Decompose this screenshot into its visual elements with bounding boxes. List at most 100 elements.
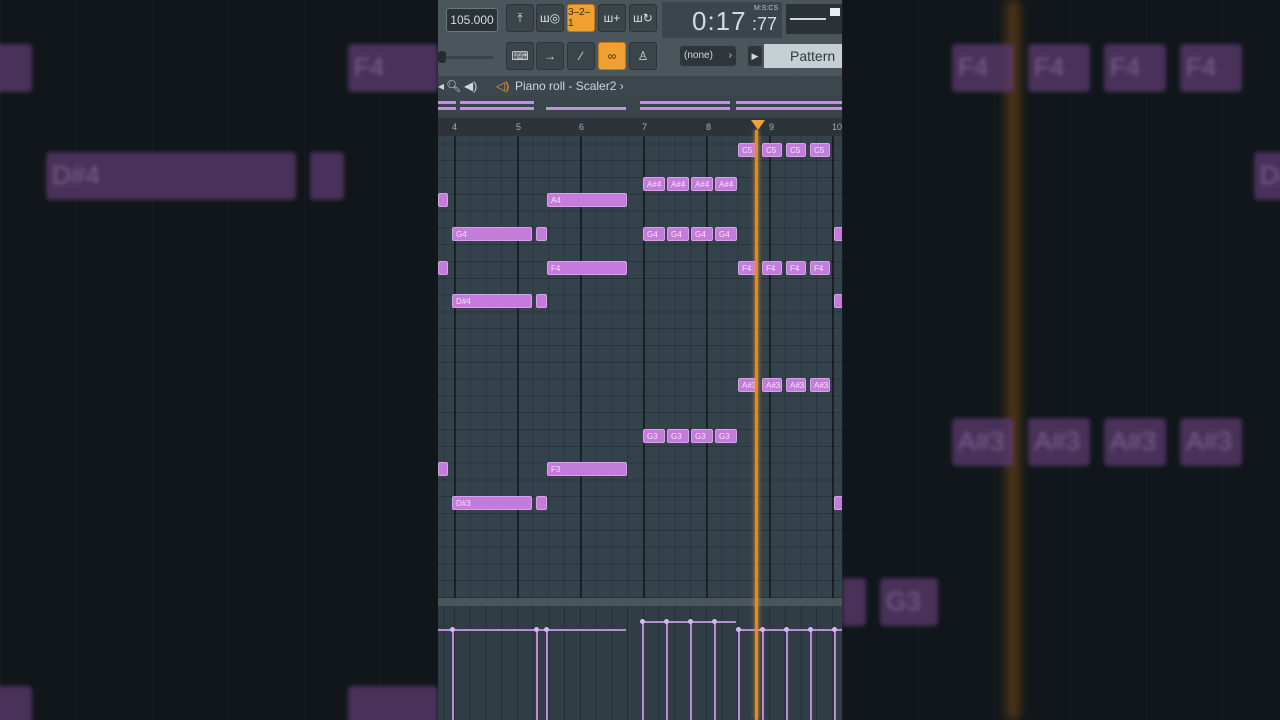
note-g4[interactable] bbox=[536, 227, 547, 241]
note-a4[interactable]: A4 bbox=[547, 193, 627, 208]
velocity-stem[interactable] bbox=[536, 629, 538, 720]
velocity-handle[interactable] bbox=[760, 627, 765, 632]
velocity-stem[interactable] bbox=[690, 621, 692, 720]
note-grid[interactable]: C5 C5 C5 C5 A#4 A#4 A#4 A#4 A4 G4 G4 G4 G4 G4 F4 F4 F4 F4… bbox=[438, 136, 842, 598]
wait-input-button[interactable]: ш◎ bbox=[536, 4, 564, 32]
note-f3[interactable] bbox=[438, 462, 448, 477]
overview-note bbox=[640, 101, 730, 104]
velocity-level bbox=[438, 629, 626, 631]
ghost-note-label: F4 bbox=[1034, 52, 1065, 82]
channel-speaker-icon[interactable]: ◁) bbox=[496, 76, 509, 96]
blurred-background-right: F4 F4 F4 F4 D# A#3 A#3 A#3 A#3 G3 bbox=[842, 0, 1280, 720]
velocity-handle[interactable] bbox=[688, 619, 693, 624]
velocity-handle[interactable] bbox=[832, 627, 837, 632]
song-time-display[interactable]: 0:17 M:S:CS :77 bbox=[662, 2, 782, 38]
note-c5[interactable]: C5 bbox=[762, 143, 782, 157]
note-g4[interactable]: G4 bbox=[715, 227, 737, 241]
velocity-handle[interactable] bbox=[544, 627, 549, 632]
note-g4[interactable]: G4 bbox=[643, 227, 665, 241]
pencil-button[interactable]: ∕ bbox=[567, 42, 595, 70]
note-d-sharp-4[interactable]: D#4 bbox=[452, 294, 532, 309]
velocity-handle[interactable] bbox=[808, 627, 813, 632]
note-d-sharp-3[interactable] bbox=[536, 495, 547, 510]
loop-record-button[interactable]: ш↻ bbox=[629, 4, 657, 32]
pattern-picker-arrow[interactable]: ▶ bbox=[748, 46, 762, 66]
velocity-stem[interactable] bbox=[834, 629, 836, 720]
ghost-note-label: D# bbox=[1260, 160, 1280, 190]
note-g4[interactable]: G4 bbox=[667, 227, 689, 241]
tempo-display[interactable]: 105.000 bbox=[446, 8, 498, 32]
note-g4[interactable] bbox=[834, 227, 842, 241]
note-f4[interactable] bbox=[438, 260, 448, 275]
velocity-event-editor[interactable] bbox=[438, 606, 842, 720]
note-d-sharp-4[interactable] bbox=[834, 294, 842, 309]
velocity-stem[interactable] bbox=[762, 629, 764, 720]
snap-select[interactable]: (none) › bbox=[680, 46, 736, 66]
main-volume-knob[interactable] bbox=[438, 51, 446, 63]
velocity-handle[interactable] bbox=[534, 627, 539, 632]
main-volume-track[interactable] bbox=[442, 56, 494, 59]
note-g4[interactable]: G4 bbox=[691, 227, 713, 241]
note-a-sharp-4[interactable]: A#4 bbox=[643, 176, 665, 191]
note-g3[interactable]: G3 bbox=[715, 428, 737, 443]
pattern-overview[interactable] bbox=[438, 96, 842, 118]
countdown-button[interactable]: 3–2–1 bbox=[567, 4, 595, 32]
timeline-ruler[interactable]: 4 5 6 7 8 9 10 bbox=[438, 118, 842, 136]
typing-keyboard-button[interactable]: ⌨ bbox=[506, 42, 534, 70]
stamp-button[interactable]: ♙ bbox=[629, 42, 657, 70]
velocity-stem[interactable] bbox=[452, 629, 454, 720]
velocity-handle[interactable] bbox=[450, 627, 455, 632]
magnifier-icon[interactable]: 🔍︎ bbox=[446, 76, 461, 96]
note-c5[interactable]: C5 bbox=[810, 143, 830, 157]
arrow-right-button[interactable]: → bbox=[536, 42, 564, 70]
note-g3[interactable]: G3 bbox=[667, 428, 689, 443]
note-g3[interactable]: G3 bbox=[643, 428, 665, 443]
velocity-handle[interactable] bbox=[664, 619, 669, 624]
note-a-sharp-4[interactable]: A#4 bbox=[691, 176, 713, 191]
step-edit-button[interactable]: ш+ bbox=[598, 4, 626, 32]
note-a-sharp-3[interactable]: A#3 bbox=[762, 378, 782, 393]
velocity-stem[interactable] bbox=[786, 629, 788, 720]
piano-roll-titlebar: ◂ 🔍︎ ◀︎) ◁) Piano roll - Scaler2 › bbox=[438, 76, 842, 96]
note-a-sharp-4[interactable]: A#4 bbox=[715, 176, 737, 191]
note-f4[interactable]: F4 bbox=[810, 260, 830, 275]
note-f4[interactable]: F4 bbox=[762, 260, 782, 275]
menu-arrow-icon[interactable]: ◂ bbox=[438, 76, 444, 96]
note-f3[interactable]: F3 bbox=[547, 462, 627, 477]
velocity-handle[interactable] bbox=[784, 627, 789, 632]
countdown-icon: 3–2–1 bbox=[568, 7, 591, 29]
metronome-button[interactable]: ⤒ bbox=[506, 4, 534, 32]
ruler-bar-number: 5 bbox=[516, 122, 522, 132]
velocity-handle[interactable] bbox=[640, 619, 645, 624]
ghost-note-f4: F4 bbox=[1028, 44, 1090, 92]
note-a4[interactable] bbox=[438, 193, 448, 208]
note-g3[interactable]: G3 bbox=[691, 428, 713, 443]
overview-note bbox=[640, 107, 730, 110]
play-triangle-icon: ▶ bbox=[751, 51, 759, 61]
note-d-sharp-3[interactable] bbox=[834, 495, 842, 510]
note-a-sharp-4[interactable]: A#4 bbox=[667, 176, 689, 191]
playhead-marker[interactable] bbox=[751, 120, 765, 130]
velocity-handle[interactable] bbox=[712, 619, 717, 624]
event-panel-divider[interactable] bbox=[438, 598, 842, 606]
note-c5[interactable]: C5 bbox=[786, 143, 806, 157]
note-d-sharp-4[interactable] bbox=[536, 294, 547, 309]
velocity-stem[interactable] bbox=[810, 629, 812, 720]
velocity-stem[interactable] bbox=[738, 629, 740, 720]
pattern-selector[interactable]: Pattern 2 bbox=[764, 44, 842, 88]
speaker-icon[interactable]: ◀︎) bbox=[464, 76, 477, 96]
note-a-sharp-3[interactable]: A#3 bbox=[810, 378, 830, 393]
velocity-stem[interactable] bbox=[714, 621, 716, 720]
link-button[interactable]: ∞ bbox=[598, 42, 626, 70]
note-a-sharp-3[interactable]: A#3 bbox=[786, 378, 806, 393]
note-g4[interactable]: G4 bbox=[452, 227, 532, 241]
ghost-playhead bbox=[1008, 0, 1018, 720]
velocity-stem[interactable] bbox=[642, 621, 644, 720]
note-f4[interactable]: F4 bbox=[786, 260, 806, 275]
velocity-stem[interactable] bbox=[666, 621, 668, 720]
note-f4[interactable]: F4 bbox=[547, 260, 627, 275]
ghost-note-a-sharp-3: A#3 bbox=[952, 418, 1014, 466]
velocity-handle[interactable] bbox=[736, 627, 741, 632]
note-d-sharp-3[interactable]: D#3 bbox=[452, 495, 532, 510]
velocity-stem[interactable] bbox=[546, 629, 548, 720]
